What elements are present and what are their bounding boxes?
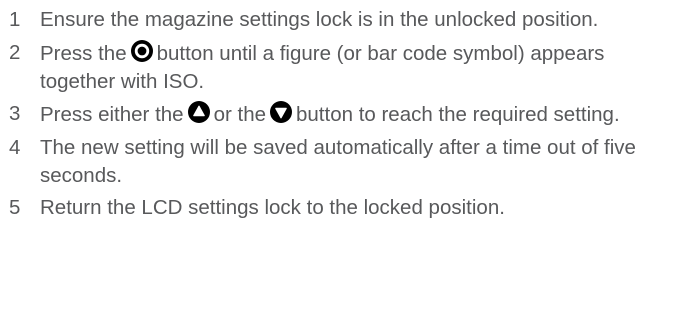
step-3: 3 Press either the or the button to reach …: [0, 100, 673, 129]
step-text-before: Press the: [40, 41, 127, 65]
step-1: 1 Ensure the magazine settings lock is i…: [0, 6, 673, 34]
step-number: 2: [9, 40, 21, 64]
step-4: 4 The new setting will be saved automati…: [0, 134, 673, 190]
step-5: 5 Return the LCD settings lock to the lo…: [0, 194, 673, 222]
step-text: Press the button until a figure (or bar c…: [40, 39, 673, 96]
step-number: 4: [9, 135, 21, 159]
step-text: Return the LCD settings lock to the lock…: [40, 196, 505, 219]
step-text-after: button to reach the required setting.: [296, 103, 620, 126]
step-text-middle: or the: [213, 103, 266, 126]
step-2: 2 Press the button until a figure (or bar…: [0, 39, 673, 96]
step-text: Press either the or the button to reach th…: [40, 100, 673, 129]
step-number: 1: [9, 8, 21, 31]
down-button-icon: [269, 100, 293, 124]
step-number: 5: [9, 196, 21, 219]
step-text: Ensure the magazine settings lock is in …: [40, 8, 599, 31]
select-button-icon: [130, 39, 154, 63]
instruction-list: 1 Ensure the magazine settings lock is i…: [0, 6, 673, 227]
step-text: The new setting will be saved automatica…: [40, 135, 636, 187]
up-button-icon: [187, 100, 211, 124]
step-number: 3: [9, 102, 21, 125]
step-text-before: Press either the: [40, 103, 184, 126]
